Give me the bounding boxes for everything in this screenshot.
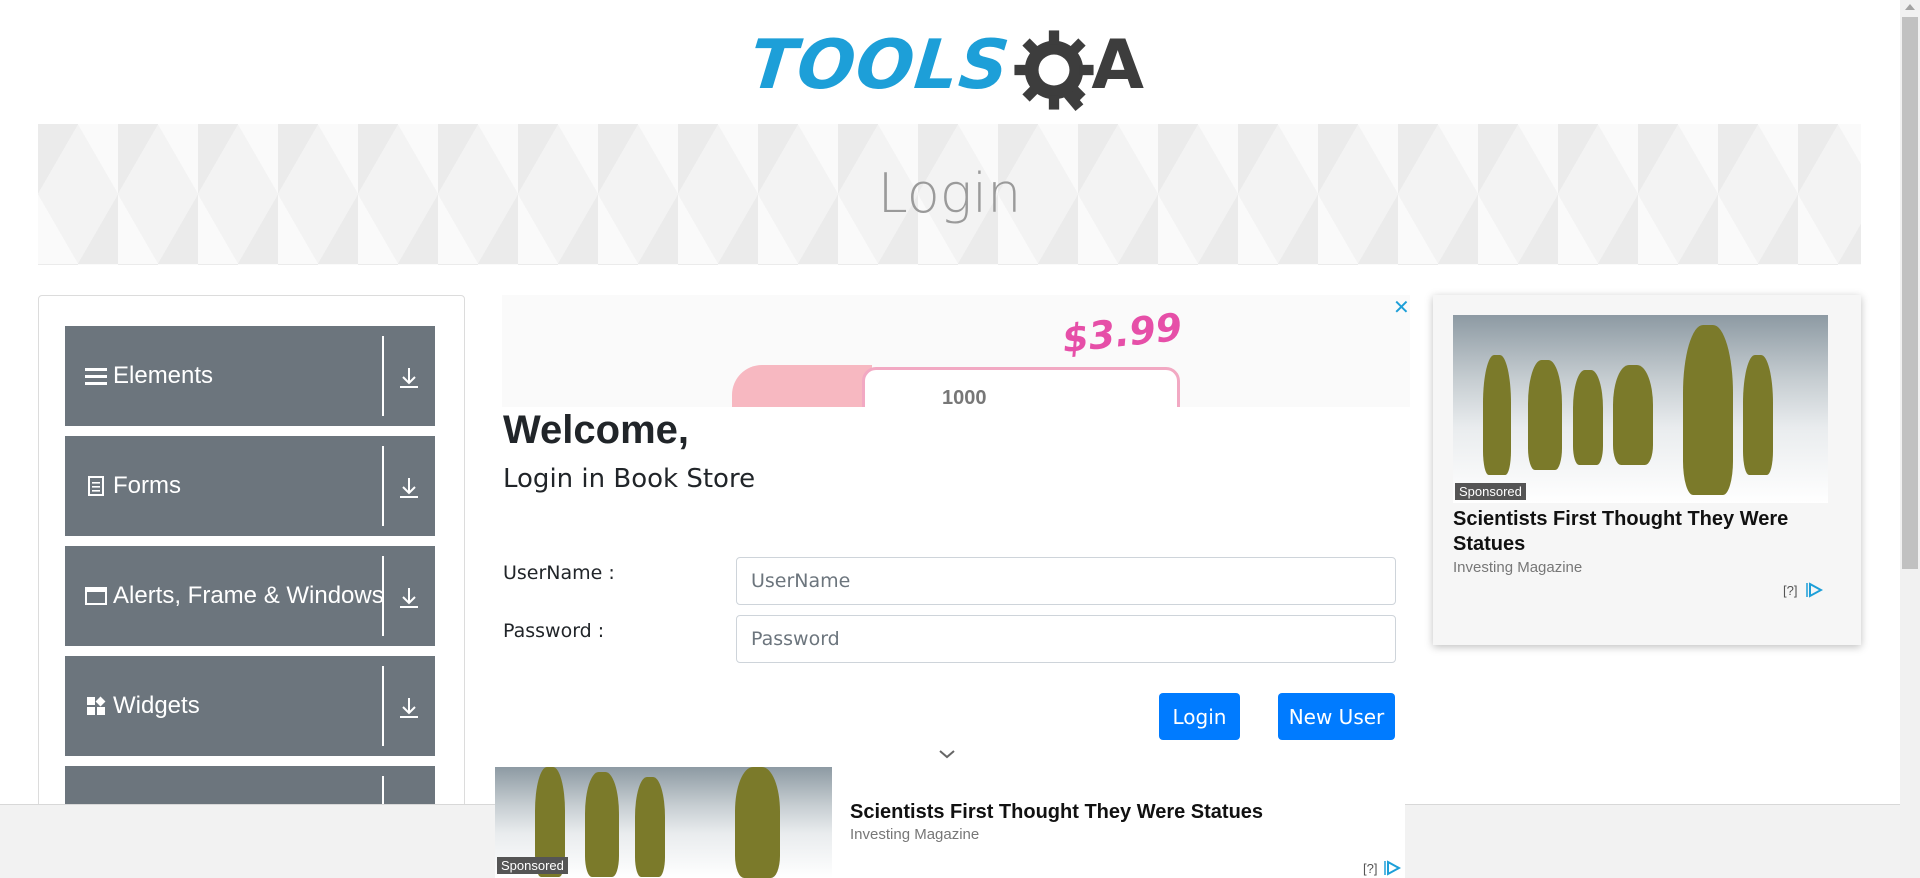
sidebar-group-alerts[interactable]: Alerts, Frame & Windows bbox=[65, 546, 435, 646]
top-advertisement[interactable]: 1000 $3.99 bbox=[502, 295, 1410, 407]
new-user-button[interactable]: New User bbox=[1278, 693, 1395, 740]
right-advertisement[interactable]: Sponsored Scientists First Thought They … bbox=[1433, 295, 1861, 645]
login-subtitle: Login in Book Store bbox=[503, 464, 756, 494]
statue-figure bbox=[735, 767, 780, 878]
divider bbox=[382, 336, 384, 416]
sponsored-badge: Sponsored bbox=[1455, 483, 1526, 500]
page-title: Login bbox=[877, 162, 1022, 225]
username-input[interactable] bbox=[736, 557, 1396, 605]
document-icon bbox=[85, 475, 107, 497]
chevron-down-icon[interactable] bbox=[937, 747, 957, 761]
sidebar-group-label: Elements bbox=[113, 362, 214, 389]
close-ad-icon[interactable]: ✕ bbox=[1393, 295, 1410, 319]
statue-figure bbox=[1613, 365, 1653, 465]
ad-info-link[interactable]: [?] bbox=[1363, 861, 1377, 876]
ad-source: Investing Magazine bbox=[850, 826, 980, 843]
statue-figure bbox=[1573, 370, 1603, 465]
logo-text: TOOLS bbox=[745, 25, 1014, 105]
ad-quantity: 1000 bbox=[942, 387, 987, 407]
divider bbox=[382, 446, 384, 526]
scroll-up-arrow-icon[interactable] bbox=[1905, 4, 1915, 10]
login-button[interactable]: Login bbox=[1159, 693, 1240, 740]
download-arrow-icon[interactable] bbox=[395, 474, 423, 502]
statue-figure bbox=[1743, 355, 1773, 475]
toolsqa-logo[interactable]: TOOLS A bbox=[746, 18, 1144, 113]
statue-figure bbox=[635, 777, 665, 877]
password-label: Password : bbox=[503, 620, 605, 642]
ad-title[interactable]: Scientists First Thought They Were Statu… bbox=[850, 801, 1263, 824]
ad-title[interactable]: Scientists First Thought They Were Statu… bbox=[1453, 507, 1838, 557]
statue-figure bbox=[1683, 325, 1733, 495]
welcome-heading: Welcome, bbox=[503, 408, 689, 452]
sidebar-group-widgets[interactable]: Widgets bbox=[65, 656, 435, 756]
ad-price: $3.99 bbox=[1060, 304, 1185, 362]
ad-graphic bbox=[862, 367, 1180, 407]
vertical-scrollbar[interactable] bbox=[1900, 0, 1920, 878]
logo-suffix: A bbox=[1091, 25, 1144, 105]
gear-magnifier-icon bbox=[1014, 29, 1094, 111]
sponsored-badge: Sponsored bbox=[497, 857, 568, 874]
widgets-icon bbox=[85, 695, 107, 717]
username-label: UserName : bbox=[503, 562, 615, 584]
ad-graphic bbox=[732, 365, 872, 407]
sidebar-group-forms[interactable]: Forms bbox=[65, 436, 435, 536]
sidebar-group-label: Alerts, Frame & Windows bbox=[113, 582, 384, 609]
statue-figure bbox=[585, 772, 619, 877]
sidebar-group-label: Widgets bbox=[113, 692, 200, 719]
divider bbox=[382, 666, 384, 746]
window-icon bbox=[85, 585, 107, 607]
page-banner: Login bbox=[38, 124, 1861, 265]
adchoices-icon[interactable] bbox=[1805, 582, 1823, 598]
download-arrow-icon[interactable] bbox=[395, 694, 423, 722]
statue-figure bbox=[1528, 360, 1562, 470]
divider bbox=[382, 556, 384, 636]
password-input[interactable] bbox=[736, 615, 1396, 663]
ad-image[interactable]: Sponsored bbox=[495, 767, 832, 878]
hamburger-icon bbox=[85, 365, 107, 387]
sidebar-group-label: Forms bbox=[113, 472, 181, 499]
sidebar: Elements Forms Alerts, Frame & Windows W… bbox=[38, 295, 465, 878]
ad-source: Investing Magazine bbox=[1453, 559, 1583, 576]
sidebar-group-elements[interactable]: Elements bbox=[65, 326, 435, 426]
adchoices-icon[interactable] bbox=[1383, 860, 1401, 876]
download-arrow-icon[interactable] bbox=[395, 364, 423, 392]
statue-figure bbox=[1483, 355, 1511, 475]
download-arrow-icon[interactable] bbox=[395, 584, 423, 612]
ad-info-link[interactable]: [?] bbox=[1783, 583, 1797, 598]
ad-image[interactable]: Sponsored bbox=[1453, 315, 1828, 503]
bottom-advertisement[interactable]: Sponsored Scientists First Thought They … bbox=[495, 767, 1405, 878]
scrollbar-thumb[interactable] bbox=[1902, 17, 1918, 569]
